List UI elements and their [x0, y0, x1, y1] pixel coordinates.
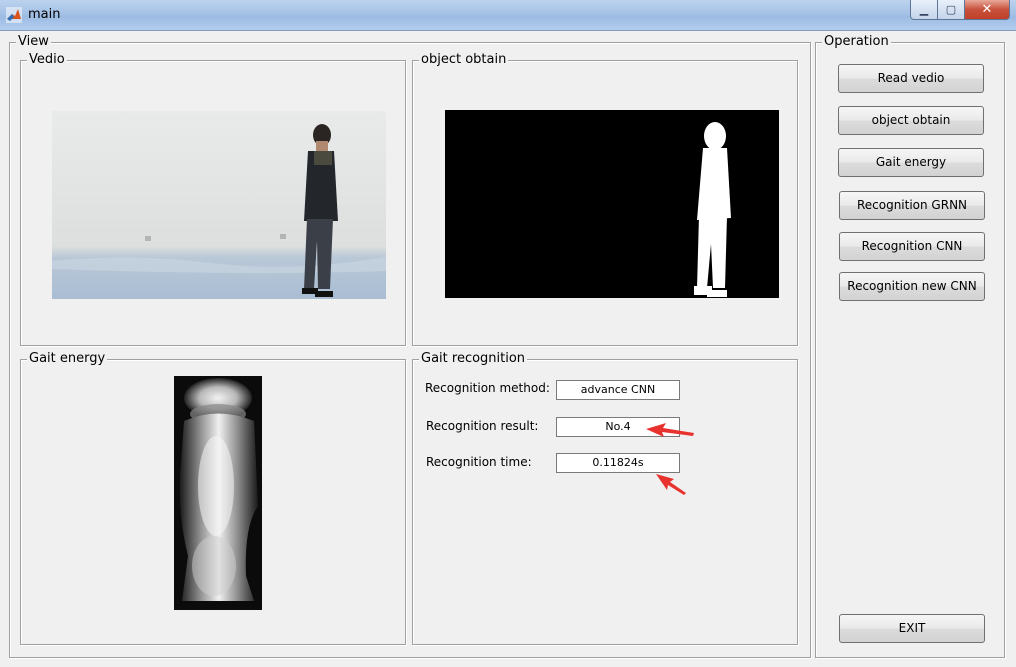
recognition-cnn-button[interactable]: Recognition CNN — [839, 232, 985, 261]
minimize-button[interactable]: ▁ — [910, 0, 938, 20]
close-icon: ✕ — [981, 2, 993, 17]
result-arrow-icon — [646, 423, 694, 437]
annotation-arrows — [646, 423, 694, 495]
gait-energy-button[interactable]: Gait energy — [838, 148, 984, 177]
recognition-time-label: Recognition time: — [426, 455, 532, 469]
maximize-icon: ▢ — [945, 3, 957, 16]
exit-button[interactable]: EXIT — [839, 614, 985, 643]
object-mask-image — [445, 110, 779, 298]
close-button[interactable]: ✕ — [965, 0, 1010, 20]
recognition-method-label: Recognition method: — [425, 381, 550, 395]
maximize-button[interactable]: ▢ — [938, 0, 965, 20]
gait-recognition-panel: Gait recognition — [412, 351, 798, 645]
window-title: main — [28, 7, 61, 22]
matlab-icon — [6, 7, 22, 23]
recognition-grnn-button[interactable]: Recognition GRNN — [839, 191, 985, 220]
recognition-method-field[interactable]: advance CNN — [556, 380, 680, 400]
gait-energy-image — [174, 376, 262, 610]
minimize-icon: ▁ — [919, 3, 929, 16]
video-panel-title: Vedio — [27, 52, 67, 68]
time-arrow-icon — [656, 474, 686, 495]
title-bar: main ▁ ▢ ✕ — [0, 0, 1016, 31]
object-obtain-button[interactable]: object obtain — [838, 106, 984, 135]
video-frame-image — [52, 111, 386, 299]
gait-energy-panel-title: Gait energy — [27, 351, 108, 367]
object-panel-title: object obtain — [419, 52, 509, 68]
recognition-new-cnn-button[interactable]: Recognition new CNN — [839, 272, 985, 301]
view-panel-title: View — [16, 34, 51, 50]
gait-recognition-panel-title: Gait recognition — [419, 351, 528, 367]
recognition-result-label: Recognition result: — [426, 419, 539, 433]
operation-panel-title: Operation — [822, 34, 891, 50]
read-video-button[interactable]: Read vedio — [838, 64, 984, 93]
